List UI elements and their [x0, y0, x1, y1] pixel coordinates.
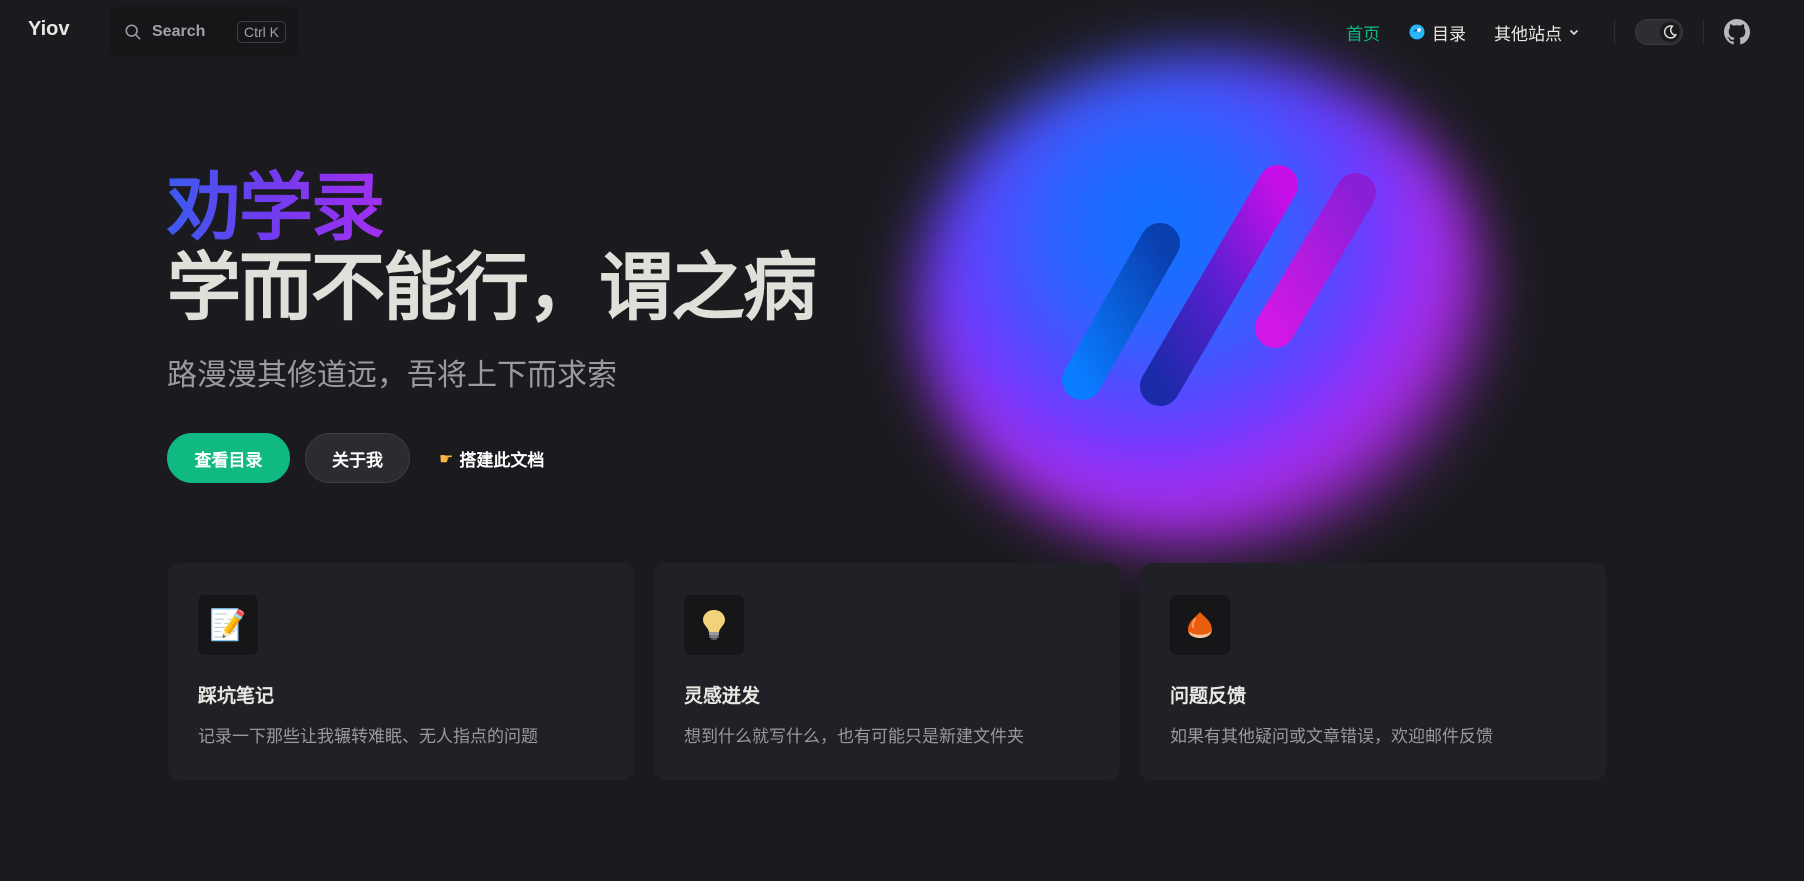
feature-title: 问题反馈: [1170, 685, 1247, 707]
hero-name: 劝学录: [167, 165, 385, 251]
nav-link-home[interactable]: 首页: [1346, 20, 1380, 45]
moon-icon: [1663, 25, 1677, 39]
catalog-icon: [1409, 24, 1425, 40]
feature-card: 问题反馈 如果有其他疑问或文章错误，欢迎邮件反馈: [1140, 563, 1606, 780]
feature-details: 如果有其他疑问或文章错误，欢迎邮件反馈: [1170, 727, 1493, 747]
pointing-hand-icon: ☛: [439, 448, 454, 468]
nav-divider: [1703, 19, 1704, 45]
nav-link-catalog-label: 目录: [1432, 24, 1466, 45]
feature-details: 想到什么就写什么，也有可能只是新建文件夹: [684, 727, 1024, 747]
nav-link-home-label: 首页: [1346, 24, 1380, 45]
feature-title: 灵感迸发: [684, 685, 761, 707]
hero-text: 学而不能行，谓之病: [167, 245, 817, 331]
search-icon: [125, 23, 141, 40]
nav-right: 首页 目录 其他站点: [1332, 0, 1804, 64]
hero-logo-image: [1062, 165, 1376, 406]
light-bulb-icon: [684, 595, 744, 655]
nav-link-other-sites-label: 其他站点: [1494, 24, 1562, 45]
logo-stripe-right: [1255, 173, 1376, 348]
github-icon[interactable]: [1724, 19, 1750, 45]
search-button[interactable]: Search Ctrl K: [110, 7, 298, 56]
view-catalog-button[interactable]: 查看目录: [167, 433, 290, 483]
feature-title: 踩坑笔记: [198, 685, 275, 707]
chevron-down-icon: [1569, 29, 1579, 36]
nav-divider: [1614, 19, 1615, 45]
hero-tagline: 路漫漫其修道远，吾将上下而求索: [167, 358, 617, 393]
toggle-knob: [1660, 22, 1680, 42]
build-docs-label: 搭建此文档: [459, 450, 545, 471]
feature-card: 灵感迸发 想到什么就写什么，也有可能只是新建文件夹: [654, 563, 1120, 780]
top-nav: Yiov Search Ctrl K 首页 目录 其他站点: [0, 0, 1804, 64]
logo-stripe-left: [1062, 223, 1180, 400]
search-label: Search: [152, 22, 206, 40]
nav-link-other-sites[interactable]: 其他站点: [1494, 20, 1580, 45]
about-me-button[interactable]: 关于我: [305, 433, 410, 483]
chestnut-icon: [1170, 595, 1230, 655]
features: 📝 踩坑笔记 记录一下那些让我辗转难眠、无人指点的问题 灵感迸发 想到什么就写什…: [168, 563, 1606, 780]
memo-icon: 📝: [198, 595, 258, 655]
build-docs-link[interactable]: ☛ 搭建此文档: [425, 433, 558, 483]
feature-details: 记录一下那些让我辗转难眠、无人指点的问题: [198, 727, 538, 747]
theme-toggle[interactable]: [1635, 19, 1683, 45]
feature-card: 📝 踩坑笔记 记录一下那些让我辗转难眠、无人指点的问题: [168, 563, 634, 780]
logo-stripe-middle: [1140, 165, 1298, 406]
hero-actions: 查看目录 关于我 ☛ 搭建此文档: [167, 433, 558, 483]
nav-link-catalog[interactable]: 目录: [1408, 20, 1466, 45]
search-shortcut: Ctrl K: [237, 20, 286, 43]
site-title[interactable]: Yiov: [28, 18, 70, 41]
